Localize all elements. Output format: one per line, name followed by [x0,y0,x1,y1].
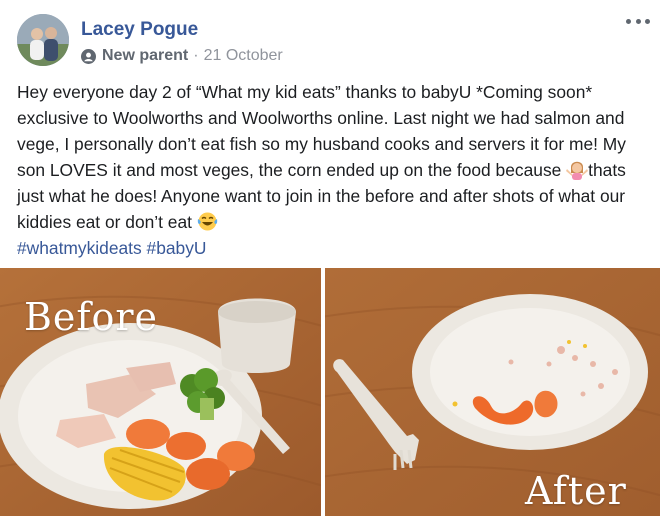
post-timestamp[interactable]: 21 October [204,47,283,65]
new-parent-badge-icon [81,48,96,64]
author-avatar[interactable] [17,14,69,66]
hashtag-list: #whatmykideats #babyU [17,238,207,258]
before-photo-image: Before [0,268,321,516]
woman-shrugging-emoji [566,161,589,180]
avatar-photo [17,14,69,66]
post-text-part-1: Hey everyone day 2 of “What my kid eats”… [17,82,626,180]
post-photos: Before After [0,268,660,516]
after-photo-image: After [325,268,660,516]
hashtag-link[interactable]: #babyU [147,238,207,258]
author-name[interactable]: Lacey Pogue [81,19,198,41]
hashtag-link[interactable]: #whatmykideats [17,238,142,258]
before-photo[interactable]: Before [0,268,321,516]
post-body: Hey everyone day 2 of “What my kid eats”… [17,79,649,261]
post-header: Lacey Pogue New parent · 21 October [0,0,660,72]
status-badge[interactable]: New parent [102,47,188,65]
after-label: After [524,469,627,513]
after-photo[interactable]: After [325,268,660,516]
meta-separator: · [193,47,199,64]
post-meta: New parent · 21 October [81,45,283,67]
tears-of-joy-emoji [197,212,218,231]
before-label: Before [24,295,158,339]
more-options-icon[interactable] [626,12,650,30]
